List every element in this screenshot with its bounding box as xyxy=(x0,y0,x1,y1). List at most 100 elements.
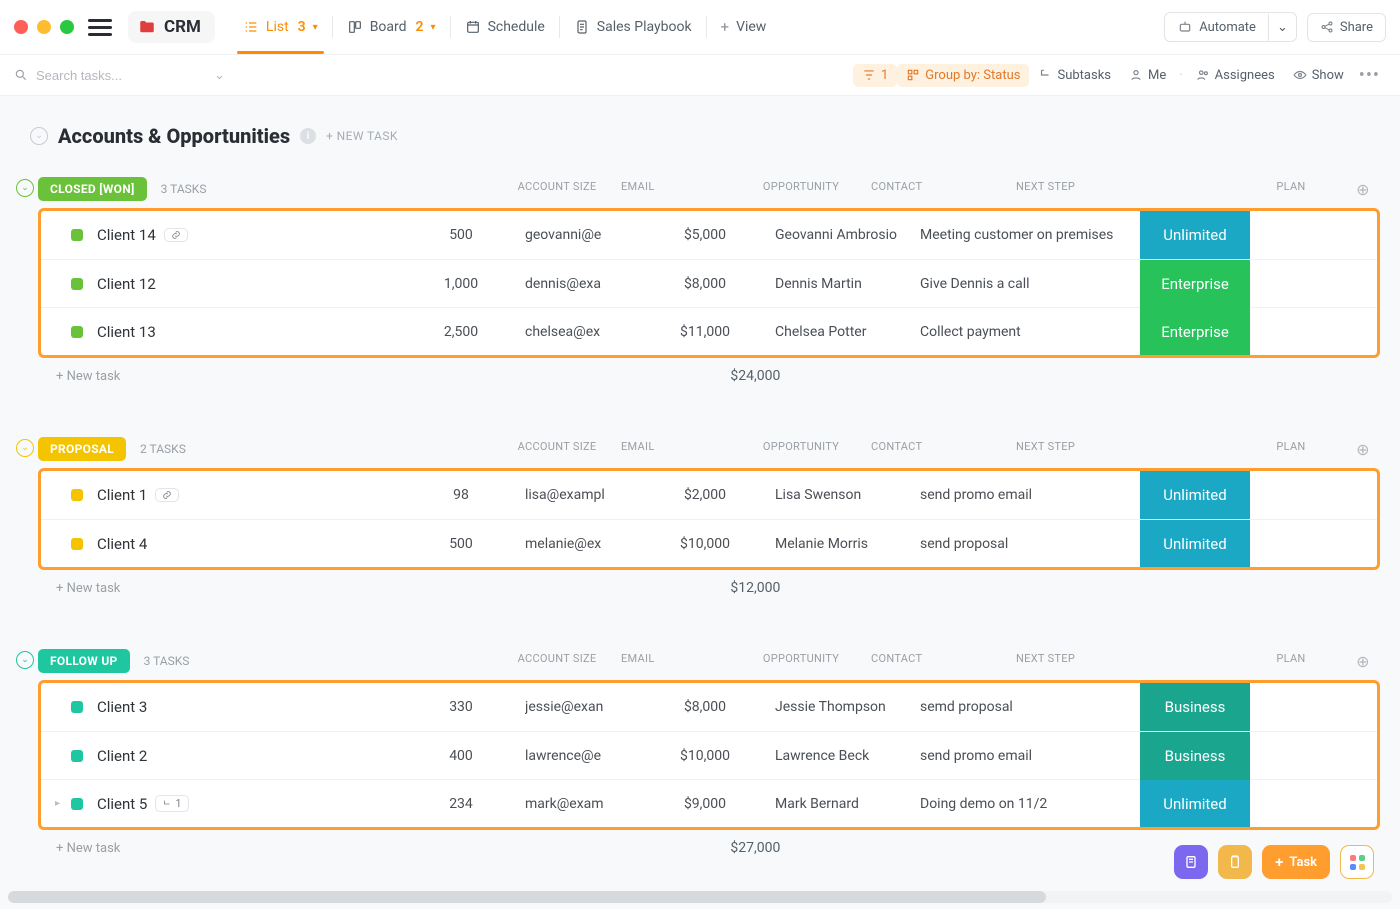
view-list[interactable]: List 3 ▾ xyxy=(229,0,332,54)
cell-account-size[interactable]: 500 xyxy=(397,536,525,552)
cell-contact[interactable]: Dennis Martin xyxy=(775,276,920,292)
new-task-row[interactable]: + New task xyxy=(56,369,120,384)
cell-opportunity[interactable]: $2,000 xyxy=(635,487,775,503)
cell-email[interactable]: dennis@exa xyxy=(525,276,635,292)
col-opportunity[interactable]: OPPORTUNITY xyxy=(731,652,871,671)
cell-contact[interactable]: Melanie Morris xyxy=(775,536,920,552)
add-column[interactable]: ⊕ xyxy=(1346,180,1380,199)
add-view[interactable]: + View xyxy=(707,0,781,54)
col-contact[interactable]: CONTACT xyxy=(871,652,1016,671)
col-account-size[interactable]: ACCOUNT SIZE xyxy=(493,652,621,671)
subtasks-button[interactable]: Subtasks xyxy=(1029,64,1120,87)
table-row[interactable]: Client 3 330 jessie@exan $8,000 Jessie T… xyxy=(41,683,1377,731)
cell-email[interactable]: geovanni@e xyxy=(525,227,635,243)
col-email[interactable]: EMAIL xyxy=(621,652,731,671)
cell-account-size[interactable]: 234 xyxy=(397,796,525,812)
folder-chip[interactable]: CRM xyxy=(128,11,215,43)
cell-next-step[interactable]: send proposal xyxy=(920,536,1140,552)
apps-button[interactable] xyxy=(1340,845,1374,879)
cell-contact[interactable]: Jessie Thompson xyxy=(775,699,920,715)
cell-contact[interactable]: Geovanni Ambrosio xyxy=(775,227,920,243)
groupby-button[interactable]: Group by: Status xyxy=(897,64,1029,87)
automate-main[interactable]: Automate xyxy=(1165,13,1268,41)
task-name[interactable]: Client 14 xyxy=(97,226,397,244)
col-plan[interactable]: PLAN xyxy=(1236,652,1346,671)
cell-next-step[interactable]: Doing demo on 11/2 xyxy=(920,796,1140,812)
cell-plan[interactable]: Business xyxy=(1140,683,1250,731)
table-row[interactable]: Client 4 500 melanie@ex $10,000 Melanie … xyxy=(41,519,1377,567)
cell-email[interactable]: lawrence@e xyxy=(525,748,635,764)
task-name[interactable]: Client 51 xyxy=(97,795,397,813)
cell-email[interactable]: lisa@exampl xyxy=(525,487,635,503)
cell-next-step[interactable]: Collect payment xyxy=(920,324,1140,340)
collapse-list[interactable]: ⌄ xyxy=(30,127,48,145)
cell-contact[interactable]: Mark Bernard xyxy=(775,796,920,812)
cell-email[interactable]: jessie@exan xyxy=(525,699,635,715)
minimize-window[interactable] xyxy=(37,20,51,34)
col-plan[interactable]: PLAN xyxy=(1236,180,1346,199)
col-account-size[interactable]: ACCOUNT SIZE xyxy=(493,180,621,199)
table-row[interactable]: Client 13 2,500 chelsea@ex $11,000 Chels… xyxy=(41,307,1377,355)
new-task-row[interactable]: + New task xyxy=(56,581,120,596)
cell-plan[interactable]: Business xyxy=(1140,732,1250,780)
status-square[interactable] xyxy=(71,701,83,713)
cell-next-step[interactable]: send promo email xyxy=(920,748,1140,764)
cell-opportunity[interactable]: $9,000 xyxy=(635,796,775,812)
cell-plan[interactable]: Enterprise xyxy=(1140,260,1250,308)
cell-plan[interactable]: Unlimited xyxy=(1140,780,1250,828)
cell-plan[interactable]: Enterprise xyxy=(1140,308,1250,356)
cell-account-size[interactable]: 98 xyxy=(397,487,525,503)
cell-opportunity[interactable]: $8,000 xyxy=(635,699,775,715)
view-board[interactable]: Board 2 ▾ xyxy=(333,0,450,54)
filter-button[interactable]: 1 xyxy=(853,64,897,87)
status-square[interactable] xyxy=(71,326,83,338)
search-dropdown[interactable]: ⌄ xyxy=(214,68,225,83)
group-collapse[interactable]: ⌄ xyxy=(16,651,34,669)
subtask-badge[interactable]: 1 xyxy=(155,795,188,812)
cell-contact[interactable]: Lawrence Beck xyxy=(775,748,920,764)
cell-next-step[interactable]: semd proposal xyxy=(920,699,1140,715)
status-square[interactable] xyxy=(71,798,83,810)
cell-contact[interactable]: Chelsea Potter xyxy=(775,324,920,340)
cell-next-step[interactable]: Give Dennis a call xyxy=(920,276,1140,292)
link-badge[interactable] xyxy=(155,488,179,502)
notepad-button[interactable] xyxy=(1174,845,1208,879)
cell-plan[interactable]: Unlimited xyxy=(1140,471,1250,519)
status-square[interactable] xyxy=(71,489,83,501)
search-input[interactable] xyxy=(36,68,186,83)
maximize-window[interactable] xyxy=(60,20,74,34)
cell-account-size[interactable]: 400 xyxy=(397,748,525,764)
col-account-size[interactable]: ACCOUNT SIZE xyxy=(493,440,621,459)
table-row[interactable]: Client 14 500 geovanni@e $5,000 Geovanni… xyxy=(41,211,1377,259)
cell-account-size[interactable]: 330 xyxy=(397,699,525,715)
task-name[interactable]: Client 4 xyxy=(97,535,397,553)
cell-opportunity[interactable]: $10,000 xyxy=(635,748,775,764)
me-button[interactable]: Me xyxy=(1120,64,1175,87)
add-column[interactable]: ⊕ xyxy=(1346,440,1380,459)
task-name[interactable]: Client 2 xyxy=(97,747,397,765)
group-collapse[interactable]: ⌄ xyxy=(16,439,34,457)
cell-contact[interactable]: Lisa Swenson xyxy=(775,487,920,503)
expand-row[interactable]: ▸ xyxy=(55,798,67,809)
col-email[interactable]: EMAIL xyxy=(621,440,731,459)
task-name[interactable]: Client 1 xyxy=(97,486,397,504)
table-row[interactable]: Client 2 400 lawrence@e $10,000 Lawrence… xyxy=(41,731,1377,779)
col-next-step[interactable]: NEXT STEP xyxy=(1016,440,1236,459)
cell-plan[interactable]: Unlimited xyxy=(1140,520,1250,568)
status-square[interactable] xyxy=(71,538,83,550)
share-button[interactable]: Share xyxy=(1307,13,1386,42)
new-task-row[interactable]: + New task xyxy=(56,841,120,856)
col-contact[interactable]: CONTACT xyxy=(871,440,1016,459)
cell-email[interactable]: mark@exam xyxy=(525,796,635,812)
cell-account-size[interactable]: 1,000 xyxy=(397,276,525,292)
status-chip[interactable]: CLOSED [WON] xyxy=(38,177,147,201)
show-button[interactable]: Show xyxy=(1284,64,1353,87)
status-square[interactable] xyxy=(71,229,83,241)
col-next-step[interactable]: NEXT STEP xyxy=(1016,180,1236,199)
cell-opportunity[interactable]: $5,000 xyxy=(635,227,775,243)
link-badge[interactable] xyxy=(164,228,188,242)
clipboard-button[interactable] xyxy=(1218,845,1252,879)
task-name[interactable]: Client 12 xyxy=(97,275,397,293)
cell-opportunity[interactable]: $8,000 xyxy=(635,276,775,292)
status-square[interactable] xyxy=(71,750,83,762)
